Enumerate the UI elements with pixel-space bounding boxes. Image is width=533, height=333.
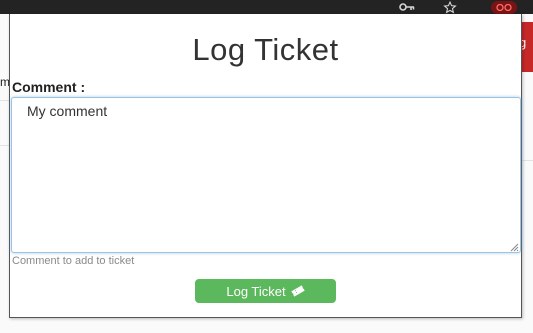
comment-textarea[interactable]: My comment: [11, 97, 521, 253]
log-ticket-button[interactable]: Log Ticket: [195, 279, 336, 303]
log-ticket-button-label: Log Ticket: [226, 283, 286, 299]
log-ticket-popup: Log Ticket Comment : My comment Comment …: [9, 14, 522, 318]
profile-icon[interactable]: [487, 0, 521, 14]
star-icon[interactable]: [440, 0, 460, 14]
key-icon[interactable]: [398, 0, 416, 14]
ticket-icon: [290, 285, 305, 297]
resize-grip-icon[interactable]: [509, 242, 519, 252]
comment-label: Comment :: [12, 79, 86, 95]
profile-avatar: [491, 0, 517, 14]
browser-toolbar: [0, 0, 533, 14]
helper-text: Comment to add to ticket: [12, 255, 135, 267]
popup-title: Log Ticket: [192, 32, 339, 67]
background-divider: [522, 160, 533, 161]
